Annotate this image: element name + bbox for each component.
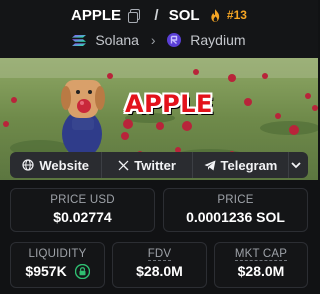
chevron-right-icon: › [150,32,156,49]
price-native-label: PRICE [217,194,254,206]
price-usd-value: $0.02774 [53,209,112,225]
flame-icon [211,8,219,22]
pair-separator: / [154,6,159,24]
price-native-card: PRICE 0.0001236 SOL [163,188,308,232]
telegram-label: Telegram [220,157,278,173]
liquidity-value-row: $957K [11,263,104,280]
raydium-icon [167,33,182,48]
lock-icon[interactable] [74,263,90,279]
pair-title: APPLE / SOL #13 [0,6,318,24]
copy-icon[interactable] [128,9,141,24]
telegram-icon [204,160,216,170]
liquidity-card: LIQUIDITY $957K [10,242,105,288]
price-native-value: 0.0001236 SOL [186,209,285,225]
website-button[interactable]: Website [10,152,101,178]
chevron-down-icon [291,161,301,168]
social-links-bar: Website Twitter Telegram [10,152,308,178]
network-name[interactable]: Solana [95,32,139,48]
more-links-button[interactable] [288,152,308,178]
telegram-button[interactable]: Telegram [193,152,288,178]
liquidity-value: $957K [25,263,67,279]
fdv-card: FDV $28.0M [112,242,207,288]
price-usd-label: PRICE USD [50,194,115,206]
chain-breadcrumb: Solana › Raydium [0,31,318,48]
rank-badge[interactable]: #13 [227,8,247,22]
dex-name[interactable]: Raydium [190,32,245,48]
market-cap-value: $28.0M [237,263,285,279]
token-header: APPLE / SOL #13 Solana › Raydium [0,0,318,58]
twitter-button[interactable]: Twitter [102,152,191,178]
market-cap-label[interactable]: MKT CAP [234,248,288,261]
base-symbol: APPLE [71,6,122,24]
liquidity-label: LIQUIDITY [28,248,87,260]
fdv-label[interactable]: FDV [147,248,172,261]
twitter-label: Twitter [134,157,176,173]
globe-icon [22,159,34,171]
banner-overlay-text: APPLE [125,90,213,118]
solana-icon [72,34,87,46]
x-icon [118,160,129,170]
fdv-value: $28.0M [136,263,183,279]
website-label: Website [39,157,89,173]
market-cap-card: MKT CAP $28.0M [214,242,308,288]
quote-symbol: SOL [168,6,200,24]
price-usd-card: PRICE USD $0.02774 [10,188,155,232]
